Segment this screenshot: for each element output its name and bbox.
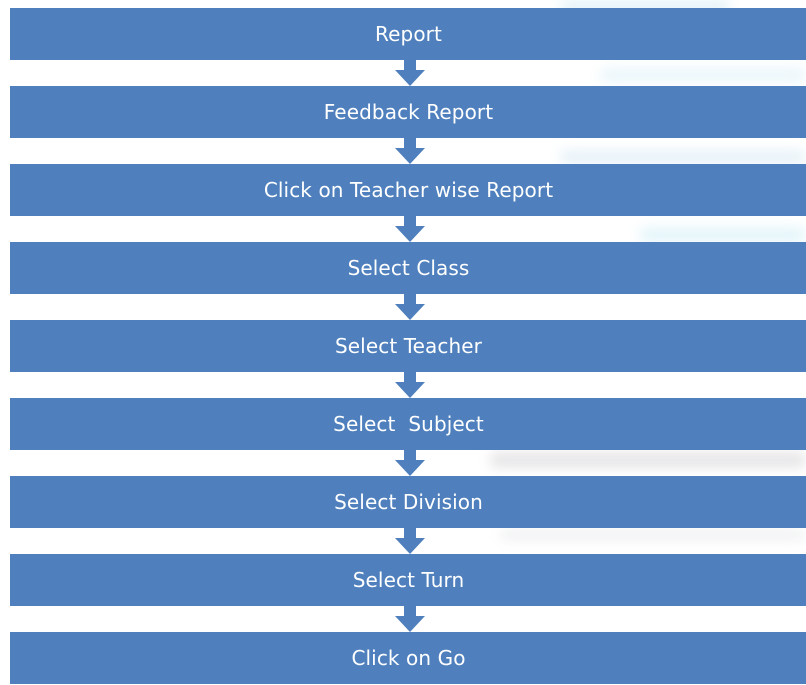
step-select-subject: Select Subject	[10, 398, 806, 450]
step-label: Select Class	[347, 256, 470, 280]
down-arrow-icon	[395, 526, 425, 554]
down-arrow-icon	[395, 448, 425, 476]
step-label: Select Subject	[333, 412, 484, 436]
step-click-go: Click on Go	[10, 632, 806, 684]
down-arrow-icon	[395, 58, 425, 86]
step-select-turn: Select Turn	[10, 554, 806, 606]
flowchart: Report Feedback Report Click on Teacher …	[0, 0, 806, 685]
step-label: Click on Go	[351, 646, 466, 670]
step-label: Select Teacher	[334, 334, 483, 358]
step-teacher-wise-report: Click on Teacher wise Report	[10, 164, 806, 216]
down-arrow-icon	[395, 136, 425, 164]
step-select-class: Select Class	[10, 242, 806, 294]
step-label: Report	[375, 22, 442, 46]
down-arrow-icon	[395, 370, 425, 398]
step-label: Click on Teacher wise Report	[263, 178, 554, 202]
step-label: Select Division	[334, 490, 483, 514]
step-report: Report	[10, 8, 806, 60]
down-arrow-icon	[395, 292, 425, 320]
step-select-teacher: Select Teacher	[10, 320, 806, 372]
step-feedback-report: Feedback Report	[10, 86, 806, 138]
down-arrow-icon	[395, 604, 425, 632]
step-label: Select Turn	[352, 568, 465, 592]
down-arrow-icon	[395, 214, 425, 242]
step-label: Feedback Report	[323, 100, 494, 124]
step-select-division: Select Division	[10, 476, 806, 528]
